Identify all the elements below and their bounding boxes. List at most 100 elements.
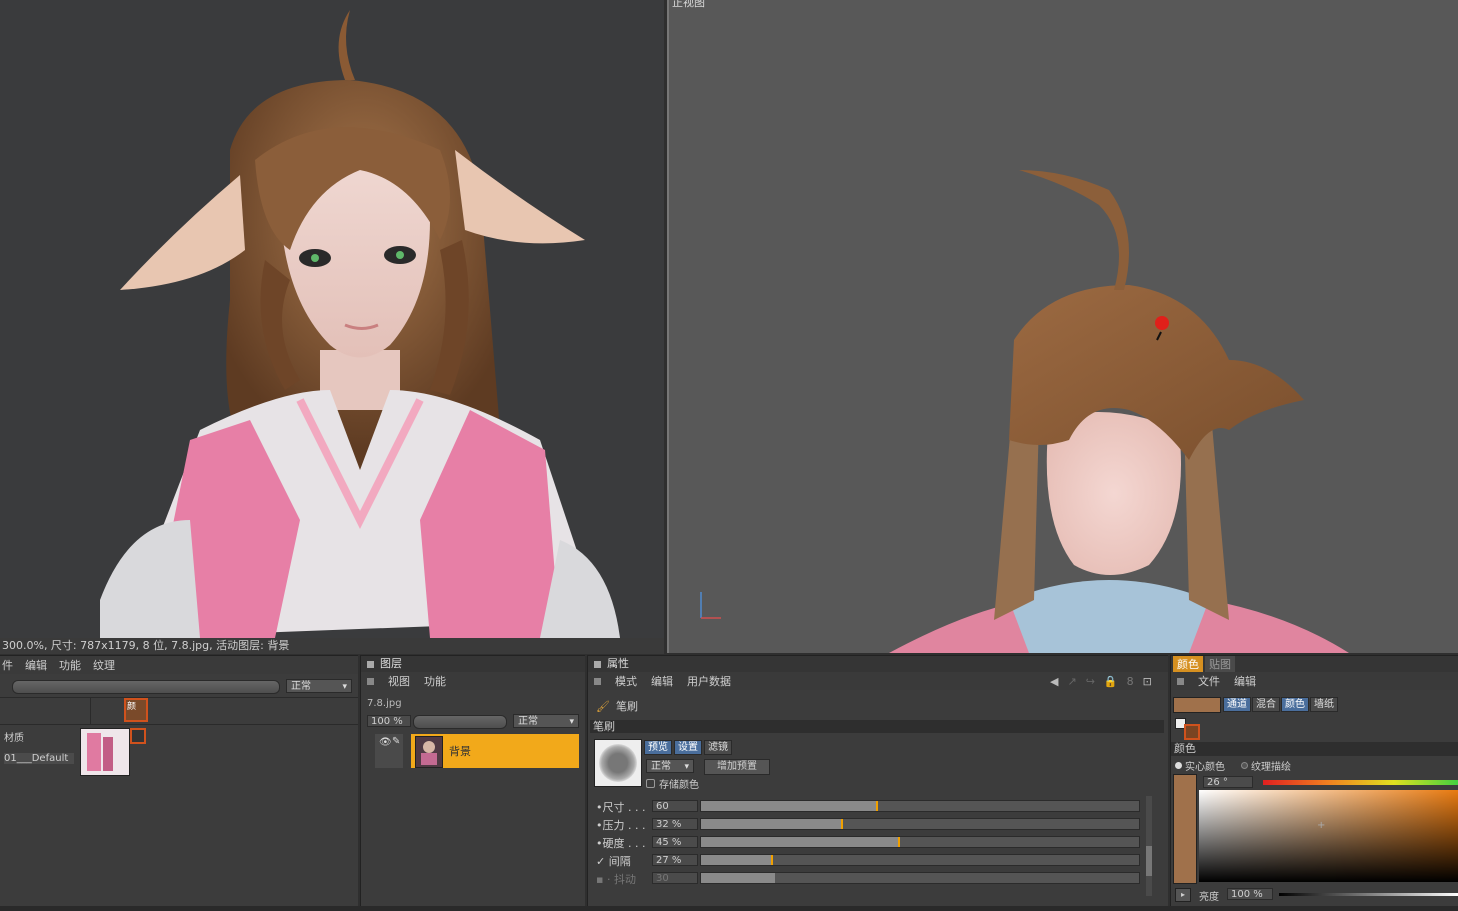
color-preview-bar [1173, 774, 1197, 884]
brightness-field[interactable]: 100 % [1227, 888, 1273, 900]
layer-opacity-slider[interactable] [413, 715, 507, 729]
menu-edit[interactable]: 编辑 [1234, 673, 1256, 689]
radio-selected-icon[interactable] [1175, 762, 1182, 769]
link-icon[interactable]: 8 [1127, 675, 1134, 688]
tab-texture-map[interactable]: 贴图 [1205, 656, 1235, 672]
radio-unselected-icon[interactable] [1241, 762, 1248, 769]
menu-edit[interactable]: 编辑 [25, 657, 47, 673]
brush-lock-icon[interactable]: ✎ [392, 736, 400, 747]
tab-mix[interactable]: 混合 [1252, 697, 1280, 712]
materials-mode-dropdown[interactable]: 正常 [286, 679, 352, 693]
brush-param-slider[interactable] [700, 836, 1140, 848]
back-arrow-icon[interactable]: ◀ [1050, 675, 1058, 688]
viewport-title: 正视图 [672, 0, 705, 9]
brush-param-label: •尺寸 . . . [596, 801, 646, 814]
materials-panel: 件 编辑 功能 纹理 正常 颜 材质 01___Default [0, 655, 358, 911]
eye-icon[interactable]: 👁 [379, 737, 392, 748]
layers-menubar: 视图 功能 [361, 672, 585, 690]
brush-param-row: ✓ 间隔 27 % [592, 853, 1148, 868]
brush-param-value[interactable]: 45 % [652, 836, 698, 848]
character-texture-image [100, 10, 620, 638]
material-name[interactable]: 01___Default [4, 753, 74, 764]
current-color-swatch[interactable] [1173, 697, 1221, 713]
brush-preview-tabs: 预览 设置 滤镜 [644, 740, 732, 755]
menu-mode[interactable]: 模式 [615, 673, 637, 689]
menu-function[interactable]: 功能 [424, 673, 446, 689]
brush-param-slider-handle[interactable] [876, 801, 879, 811]
up-arrow-icon[interactable]: ↗ [1067, 675, 1076, 688]
attributes-nav-icons: ◀ ↗ ↪ 🔒 8 ⊡ [1050, 675, 1152, 688]
brightness-slider[interactable] [1279, 893, 1458, 896]
menu-view[interactable]: 视图 [388, 673, 410, 689]
expand-play-icon[interactable]: ▸ [1175, 888, 1191, 902]
brush-param-slider-handle[interactable] [841, 819, 844, 829]
texture-paint-option[interactable]: 纹理描绘 [1241, 758, 1291, 773]
layer-file-name: 7.8.jpg [367, 698, 402, 709]
tool-title: 🖌 笔刷 [596, 698, 638, 714]
tab-channel[interactable]: 通道 [1223, 697, 1251, 712]
brush-param-value[interactable]: 60 [652, 800, 698, 812]
params-scrollbar[interactable] [1146, 796, 1152, 896]
picker-crosshair-icon: + [1317, 820, 1326, 831]
menu-texture[interactable]: 纹理 [93, 657, 115, 673]
material-tag-icon[interactable] [130, 728, 146, 744]
layer-visibility-cell[interactable]: 👁 ✎ [375, 734, 403, 768]
new-window-icon[interactable]: ⊡ [1143, 675, 1152, 688]
brush-param-slider-handle[interactable] [771, 855, 774, 865]
color-panel-tabs: 颜色 贴图 [1171, 656, 1458, 672]
fg-bg-color-picker[interactable] [1175, 718, 1203, 740]
brush-param-slider[interactable] [700, 800, 1140, 812]
color-channel-swatch[interactable]: 颜 [124, 698, 148, 722]
saturation-value-picker[interactable]: + [1199, 790, 1458, 882]
tab-filter[interactable]: 滤镜 [704, 740, 732, 755]
model-viewport[interactable] [667, 0, 1458, 653]
brush-param-slider[interactable] [700, 854, 1140, 866]
hue-slider[interactable] [1263, 780, 1458, 785]
solid-color-option[interactable]: 实心颜色 [1175, 758, 1225, 773]
layer-row-background[interactable]: 背景 [411, 734, 579, 768]
tab-settings[interactable]: 设置 [674, 740, 702, 755]
menu-edit[interactable]: 编辑 [651, 673, 673, 689]
brush-section-header[interactable]: 笔刷 [590, 720, 1164, 733]
brush-blend-dropdown[interactable]: 正常 [646, 759, 694, 773]
materials-opacity-bar[interactable] [12, 680, 280, 694]
brush-param-row: •硬度 . . . 45 % [592, 835, 1148, 850]
save-color-option[interactable]: 存储颜色 [646, 776, 699, 791]
brush-param-slider-handle[interactable] [898, 837, 901, 847]
tab-wallpaper[interactable]: 墙纸 [1310, 697, 1338, 712]
brush-param-value[interactable]: 27 % [652, 854, 698, 866]
lock-icon[interactable]: 🔒 [1104, 675, 1118, 688]
attributes-panel-header: 属性 [588, 656, 1168, 672]
save-color-checkbox[interactable] [646, 779, 655, 788]
tab-color[interactable]: 颜色 [1173, 656, 1203, 672]
add-preset-button[interactable]: 增加预置 [704, 759, 770, 775]
texture-viewport[interactable] [0, 0, 664, 638]
brush-param-value[interactable]: 30 [652, 872, 698, 884]
menu-user-data[interactable]: 用户数据 [687, 673, 731, 689]
attributes-panel: 属性 模式 编辑 用户数据 ◀ ↗ ↪ 🔒 8 ⊡ 🖌 笔刷 笔刷 预览 设置 … [587, 655, 1168, 911]
brush-param-value[interactable]: 32 % [652, 818, 698, 830]
color-mode-tabs: 通道 混合 颜色 墙纸 [1223, 697, 1338, 712]
texture-status-bar: 300.0%, 尺寸: 787x1179, 8 位, 7.8.jpg, 活动图层… [0, 638, 664, 654]
layers-panel: 图层 视图 功能 7.8.jpg 100 % 正常 👁 ✎ 背景 [360, 655, 585, 911]
forward-arrow-icon[interactable]: ↪ [1086, 675, 1095, 688]
menu-function[interactable]: 功能 [59, 657, 81, 673]
menu-file[interactable]: 件 [2, 657, 13, 673]
brush-param-row: ▪ · 抖动 30 [592, 871, 1148, 886]
brush-param-label: •硬度 . . . [596, 837, 646, 850]
brush-preview [594, 739, 642, 787]
color-section-header[interactable]: 颜色 [1171, 742, 1458, 756]
layer-blend-dropdown[interactable]: 正常 [513, 714, 579, 728]
brush-param-slider[interactable] [700, 872, 1140, 884]
material-column-label: 材质 [4, 733, 24, 744]
menu-grip-icon [1177, 677, 1184, 685]
menu-file[interactable]: 文件 [1198, 673, 1220, 689]
brush-param-slider[interactable] [700, 818, 1140, 830]
brush-icon: 🖌 [596, 699, 610, 713]
tab-color-mode[interactable]: 颜色 [1281, 697, 1309, 712]
layer-opacity-field[interactable]: 100 % [367, 715, 411, 727]
hue-field[interactable]: 26 ° [1203, 776, 1253, 788]
material-thumbnail[interactable] [80, 728, 130, 776]
tab-preview[interactable]: 预览 [644, 740, 672, 755]
brush-param-label: •压力 . . . [596, 819, 646, 832]
